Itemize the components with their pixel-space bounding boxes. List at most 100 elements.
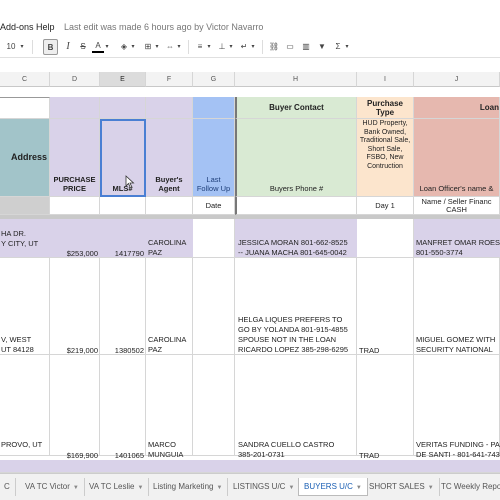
agent-value[interactable]: MARCO MUNGUIA — [148, 440, 193, 460]
mouse-cursor-icon — [125, 175, 135, 189]
menu-bar: Add-ons Help Last edit was made 6 hours … — [0, 0, 500, 32]
cell-e-header1[interactable] — [100, 97, 146, 119]
chevron-down-icon[interactable]: ▼ — [356, 485, 362, 491]
agent-value[interactable]: CAROLINA PAZ — [148, 335, 193, 355]
vertical-align-icon[interactable]: ⊥ — [216, 39, 228, 55]
chevron-down-icon[interactable]: ▼ — [288, 485, 294, 491]
text-color-button[interactable]: A — [92, 39, 104, 53]
price-cell[interactable] — [50, 258, 100, 355]
chevron-down-icon[interactable]: ▾ — [130, 39, 136, 55]
cell-c-header3[interactable] — [0, 197, 50, 215]
type-cell[interactable] — [357, 355, 414, 456]
type-cell[interactable] — [357, 258, 414, 355]
tab-label: TC Weekly Repo — [441, 482, 500, 491]
mls-cell[interactable] — [100, 355, 146, 456]
loan-officer-header[interactable]: Loan Officer's name & — [414, 119, 500, 197]
column-header-h[interactable]: H — [235, 72, 357, 87]
purchase-type-header[interactable]: Purchase Type — [357, 97, 414, 119]
merge-cells-icon[interactable]: ⇔ — [164, 39, 176, 55]
chevron-down-icon[interactable]: ▾ — [176, 39, 182, 55]
address-value[interactable]: PROVO, UT — [1, 440, 49, 450]
name-seller-header[interactable]: Name / Seller Financ CASH — [414, 197, 500, 215]
buyer-contact-header[interactable]: Buyer Contact — [235, 97, 357, 119]
tab-listing-marketing[interactable]: Listing Marketing ▼ — [148, 478, 229, 496]
cell-c-header1[interactable] — [0, 97, 50, 119]
contact-value[interactable]: HELGA LIQUES PREFERS TO GO BY YOLANDA 80… — [238, 315, 358, 355]
cell-f-header3[interactable] — [146, 197, 193, 215]
contact-value[interactable]: SANDRA CUELLO CASTRO 385-201-0731 — [238, 440, 358, 460]
buyers-phone-header[interactable]: Buyers Phone # — [235, 119, 357, 197]
italic-button[interactable]: I — [62, 39, 74, 55]
chevron-down-icon[interactable]: ▼ — [138, 485, 144, 491]
price-cell[interactable] — [50, 355, 100, 456]
align-left-icon[interactable]: ≡ — [194, 39, 206, 55]
address-value[interactable]: HA DR. Y CITY, UT — [1, 229, 49, 249]
column-header-i[interactable]: I — [357, 72, 414, 87]
type-cell[interactable] — [357, 219, 414, 258]
chevron-down-icon[interactable]: ▾ — [228, 39, 234, 55]
day1-header[interactable]: Day 1 — [357, 197, 414, 215]
chevron-down-icon[interactable]: ▾ — [250, 39, 256, 55]
chevron-down-icon[interactable]: ▾ — [206, 39, 212, 55]
column-header-d[interactable]: D — [50, 72, 100, 87]
chevron-down-icon[interactable]: ▼ — [73, 485, 79, 491]
filter-icon[interactable]: ▼ — [316, 39, 328, 55]
purchase-price-header[interactable]: PURCHASE PRICE — [50, 119, 100, 197]
cell-e-header3[interactable] — [100, 197, 146, 215]
address-header[interactable]: Address — [0, 119, 50, 197]
cell-d-header1[interactable] — [50, 97, 100, 119]
tab-prev-partial[interactable]: C — [0, 478, 16, 496]
date-header[interactable]: Date — [193, 197, 235, 215]
buyers-agent-header[interactable]: Buyer's Agent — [146, 119, 193, 197]
contact-value[interactable]: JESSICA MORAN 801-662-8525 -- JUANA MACH… — [238, 238, 358, 258]
tab-va-tc-victor[interactable]: VA TC Victor ▼ — [20, 478, 85, 496]
menu-help[interactable]: Help — [36, 22, 55, 32]
follow-up-cell[interactable] — [193, 258, 235, 355]
bold-button[interactable]: B — [43, 39, 58, 55]
chevron-down-icon[interactable]: ▾ — [344, 39, 350, 55]
insert-chart-icon[interactable]: ▥ — [300, 39, 312, 55]
insert-comment-icon[interactable]: ▭ — [284, 39, 296, 55]
loan-value[interactable]: MIGUEL GOMEZ WITH SECURITY NATIONAL — [416, 335, 500, 355]
loan-value[interactable]: VERITAS FUNDING - PA DE SANTI - 801-641-… — [416, 440, 500, 460]
chevron-down-icon[interactable]: ▼ — [216, 485, 222, 491]
loan-header[interactable]: Loan — [414, 97, 500, 119]
chevron-down-icon[interactable]: ▼ — [428, 485, 434, 491]
tab-buyers-uc[interactable]: BUYERS U/C ▼ — [298, 478, 368, 496]
borders-icon[interactable]: ⊞ — [142, 39, 154, 55]
insert-link-icon[interactable]: ⛓ — [268, 39, 280, 55]
loan-value[interactable]: MANFRET OMAR ROES 801-550-3774 — [416, 238, 500, 258]
column-header-f[interactable]: F — [146, 72, 193, 87]
mls-header[interactable]: MLS# — [100, 119, 146, 197]
column-header-e[interactable]: E — [100, 72, 146, 87]
cell-g-header1[interactable] — [193, 97, 235, 119]
tab-va-tc-leslie[interactable]: VA TC Leslie ▼ — [84, 478, 150, 496]
chevron-down-icon[interactable]: ▾ — [154, 39, 160, 55]
fill-color-icon[interactable]: ◈ — [118, 39, 130, 55]
menu-addons[interactable]: Add-ons — [0, 22, 34, 32]
agent-value[interactable]: CAROLINA PAZ — [148, 238, 193, 258]
functions-icon[interactable]: Σ — [332, 39, 344, 55]
strikethrough-button[interactable]: S — [77, 39, 89, 55]
table-row[interactable] — [0, 460, 500, 473]
last-follow-up-header[interactable]: Last Follow Up — [193, 119, 235, 197]
last-edit-status[interactable]: Last edit was made 6 hours ago by Victor… — [64, 22, 263, 32]
purchase-type-options[interactable]: HUD Property, Bank Owned, Traditional Sa… — [357, 119, 414, 197]
follow-up-cell[interactable] — [193, 355, 235, 456]
column-header-g[interactable]: G — [193, 72, 235, 87]
wrap-text-icon[interactable]: ↵ — [238, 39, 250, 55]
column-header-j[interactable]: J — [414, 72, 500, 87]
follow-up-cell[interactable] — [193, 219, 235, 258]
tab-listings-uc[interactable]: LISTINGS U/C ▼ — [228, 478, 301, 496]
column-header-c[interactable]: C — [0, 72, 50, 87]
font-size-select[interactable]: 10 — [4, 39, 18, 55]
address-value[interactable]: V, WEST UT 84128 — [1, 335, 49, 355]
mls-cell[interactable] — [100, 258, 146, 355]
cell-d-header3[interactable] — [50, 197, 100, 215]
cell-h-header3[interactable] — [235, 197, 357, 215]
tab-short-sales[interactable]: SHORT SALES ▼ — [364, 478, 440, 496]
chevron-down-icon[interactable]: ▾ — [104, 39, 110, 55]
tab-tc-weekly-report[interactable]: TC Weekly Repo — [436, 478, 500, 496]
cell-f-header1[interactable] — [146, 97, 193, 119]
chevron-down-icon[interactable]: ▾ — [18, 39, 26, 55]
